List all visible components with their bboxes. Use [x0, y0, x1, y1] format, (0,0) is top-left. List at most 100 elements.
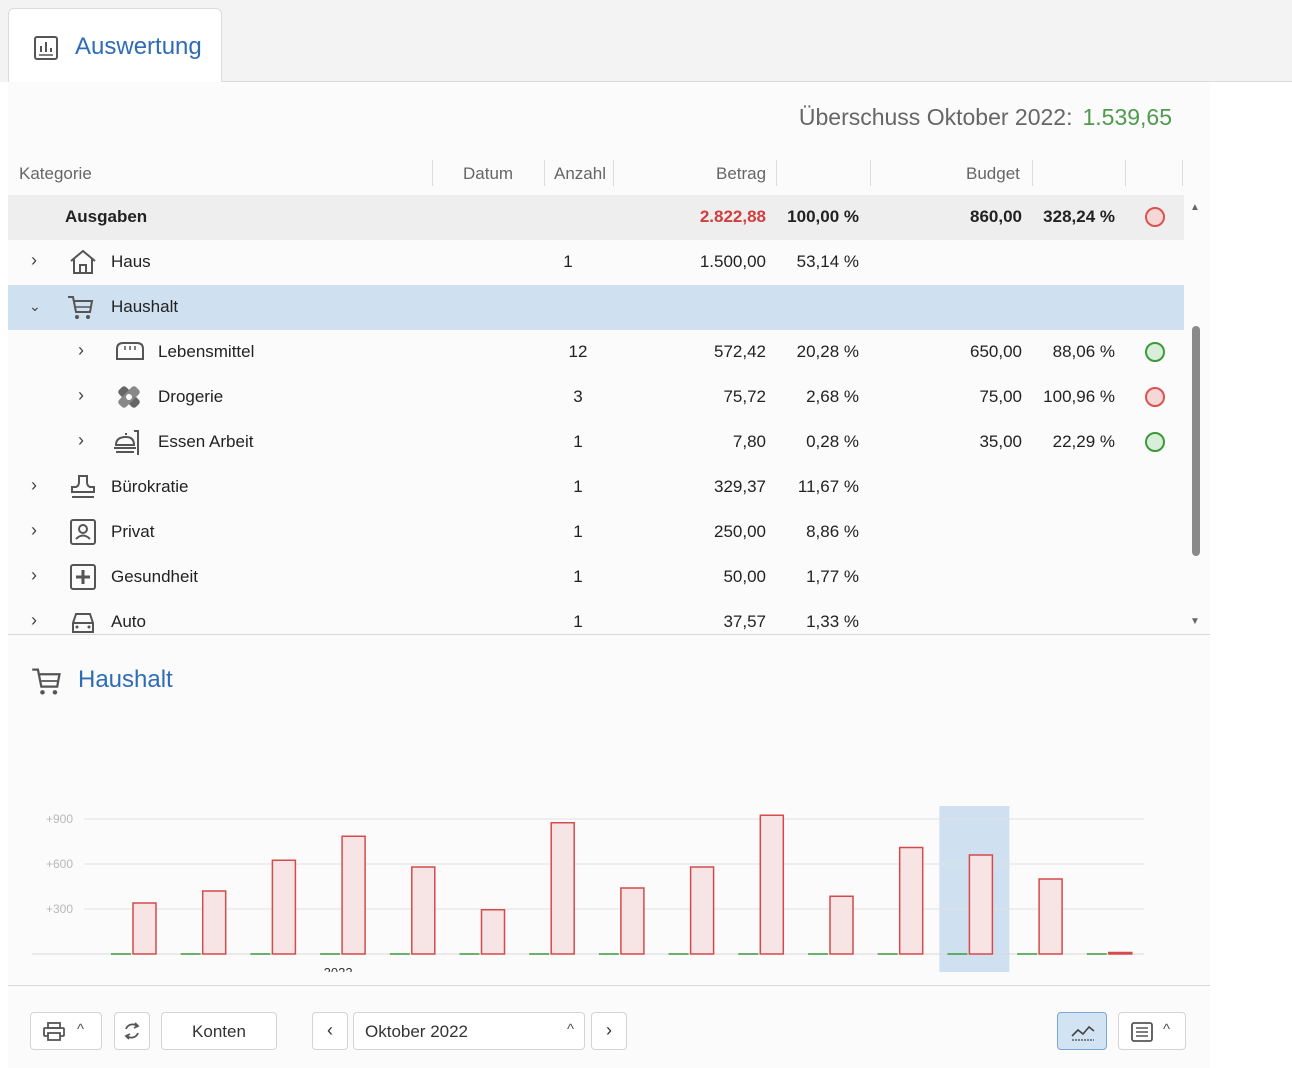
table-row-essen-arbeit[interactable]: › Essen Arbeit 1 7,80 0,28 % 35,00 22,29… — [8, 420, 1184, 465]
report-panel: Überschuss Oktober 2022: 1.539,65 Kategor… — [8, 82, 1210, 1068]
table-row-auto[interactable]: › Auto 1 37,57 1,33 % — [8, 600, 1184, 635]
expense-bar — [550, 822, 575, 955]
row-percent: 1,33 % — [806, 612, 859, 631]
column-separator[interactable] — [544, 160, 545, 186]
panel-divider — [8, 634, 1210, 635]
row-name: Drogerie — [158, 387, 224, 406]
column-header-kategorie[interactable]: Kategorie — [19, 164, 92, 184]
row-name: Ausgaben — [65, 207, 148, 226]
period-value: Oktober 2022 — [365, 1022, 469, 1041]
table-row-gesundheit[interactable]: › Gesundheit 1 50,00 1,77 % — [8, 555, 1184, 600]
row-budget: 650,00 — [970, 342, 1022, 361]
row-percent: 53,14 % — [796, 252, 859, 271]
monthly-bar-chart[interactable]: +300+600+900OktNovDezJanFebMrzAprMaiJunJ… — [8, 712, 1210, 972]
print-button[interactable]: ^ — [30, 1012, 102, 1050]
scroll-down-arrow-icon[interactable]: ▼ — [1188, 616, 1202, 630]
scroll-up-arrow-icon[interactable]: ▲ — [1188, 202, 1202, 216]
table-row-ausgaben[interactable]: Ausgaben 2.822,88 100,00 % 860,00 328,24… — [8, 195, 1184, 240]
expense-bar — [689, 866, 715, 955]
column-separator[interactable] — [1182, 160, 1183, 186]
refresh-icon — [124, 1022, 140, 1040]
column-separator[interactable] — [613, 160, 614, 186]
expense-bar — [411, 866, 436, 955]
konten-button[interactable]: Konten — [161, 1012, 277, 1050]
row-name: Bürokratie — [111, 477, 189, 496]
row-percent: 1,77 % — [806, 567, 859, 586]
row-betrag: 37,57 — [723, 612, 766, 631]
row-percent: 2,68 % — [806, 387, 859, 406]
tab-auswertung[interactable]: Auswertung — [8, 8, 222, 82]
row-betrag: 329,37 — [714, 477, 766, 496]
row-budget-percent: 22,29 % — [1052, 432, 1115, 451]
chevron-up-icon: ^ — [566, 1021, 574, 1038]
column-separator[interactable] — [776, 160, 777, 186]
table-view-button[interactable]: ^ — [1118, 1012, 1186, 1050]
konten-label: Konten — [192, 1022, 246, 1041]
status-indicator-over-budget — [1145, 207, 1165, 227]
expand-chevron-icon[interactable]: › — [31, 475, 47, 497]
column-header-budget[interactable]: Budget — [966, 164, 1020, 184]
house-icon — [70, 249, 96, 274]
summary-label: Überschuss Oktober 2022: — [798, 104, 1073, 130]
chevron-up-icon: ^ — [77, 1021, 85, 1038]
row-name: Haus — [111, 252, 151, 271]
expense-bar — [480, 909, 506, 955]
row-budget-percent: 100,96 % — [1043, 387, 1115, 406]
chart-view-toggle[interactable] — [1057, 1012, 1107, 1050]
column-separator[interactable] — [1032, 160, 1033, 186]
expand-chevron-icon[interactable]: › — [31, 520, 47, 542]
expand-chevron-icon[interactable]: › — [31, 610, 47, 632]
y-tick-label: +300 — [46, 902, 73, 916]
table-icon — [1131, 1022, 1153, 1042]
row-percent: 20,28 % — [796, 342, 859, 361]
status-indicator-within-budget — [1145, 432, 1165, 452]
row-budget: 35,00 — [979, 432, 1022, 451]
expense-bar — [968, 854, 994, 955]
y-tick-label: +600 — [46, 857, 73, 871]
table-row-buerokratie[interactable]: › Bürokratie 1 329,37 11,67 % — [8, 465, 1184, 510]
row-percent: 100,00 % — [787, 207, 859, 226]
column-separator[interactable] — [1125, 160, 1126, 186]
bandage-icon — [118, 386, 140, 408]
column-separator[interactable] — [432, 160, 433, 186]
refresh-button[interactable] — [114, 1012, 150, 1050]
vertical-scrollbar-thumb[interactable] — [1192, 326, 1200, 556]
row-betrag: 50,00 — [723, 567, 766, 586]
expand-chevron-icon[interactable]: › — [78, 430, 94, 452]
table-row-drogerie[interactable]: › Drogerie 3 75,72 2,68 % 75,00 100,96 % — [8, 375, 1184, 420]
column-header-anzahl[interactable]: Anzahl — [554, 164, 606, 184]
expand-chevron-icon[interactable]: › — [78, 385, 94, 407]
expand-chevron-icon[interactable]: › — [78, 340, 94, 362]
line-chart-icon — [1071, 1025, 1095, 1041]
table-row-haus[interactable]: › Haus 1 1.500,00 53,14 % — [8, 240, 1184, 285]
row-name: Lebensmittel — [158, 342, 255, 361]
table-header: Kategorie Datum Anzahl Betrag Budget — [8, 158, 1184, 192]
row-name: Essen Arbeit — [158, 432, 254, 451]
table-row-lebensmittel[interactable]: › Lebensmittel 12 572,42 20,28 % 650,00 … — [8, 330, 1184, 375]
expense-bar — [759, 814, 785, 955]
row-anzahl: 3 — [573, 387, 583, 406]
expand-chevron-icon[interactable]: › — [31, 565, 47, 587]
printer-icon — [43, 1022, 65, 1041]
table-row-haushalt[interactable]: ⌄ Haushalt — [8, 285, 1184, 330]
period-select[interactable]: Oktober 2022 ^ — [353, 1012, 585, 1050]
column-header-datum[interactable]: Datum — [463, 164, 513, 184]
next-period-button[interactable]: › — [591, 1012, 627, 1050]
expense-bar — [341, 835, 366, 955]
row-anzahl: 1 — [573, 567, 583, 586]
column-header-betrag[interactable]: Betrag — [716, 164, 766, 184]
expense-bar — [620, 887, 645, 955]
status-indicator-over-budget — [1145, 387, 1165, 407]
chart-title: Haushalt — [78, 666, 173, 693]
cart-icon — [68, 296, 94, 319]
column-separator[interactable] — [870, 160, 871, 186]
row-betrag: 1.500,00 — [699, 252, 766, 271]
table-row-privat[interactable]: › Privat 1 250,00 8,86 % — [8, 510, 1184, 555]
tab-strip: Auswertung — [0, 0, 1292, 82]
tab-label: Auswertung — [75, 33, 202, 60]
previous-period-button[interactable]: ‹ — [312, 1012, 348, 1050]
expense-bar — [898, 846, 924, 955]
expense-bar — [271, 859, 297, 955]
expand-chevron-icon[interactable]: › — [31, 250, 47, 272]
collapse-chevron-icon[interactable]: ⌄ — [29, 298, 45, 320]
